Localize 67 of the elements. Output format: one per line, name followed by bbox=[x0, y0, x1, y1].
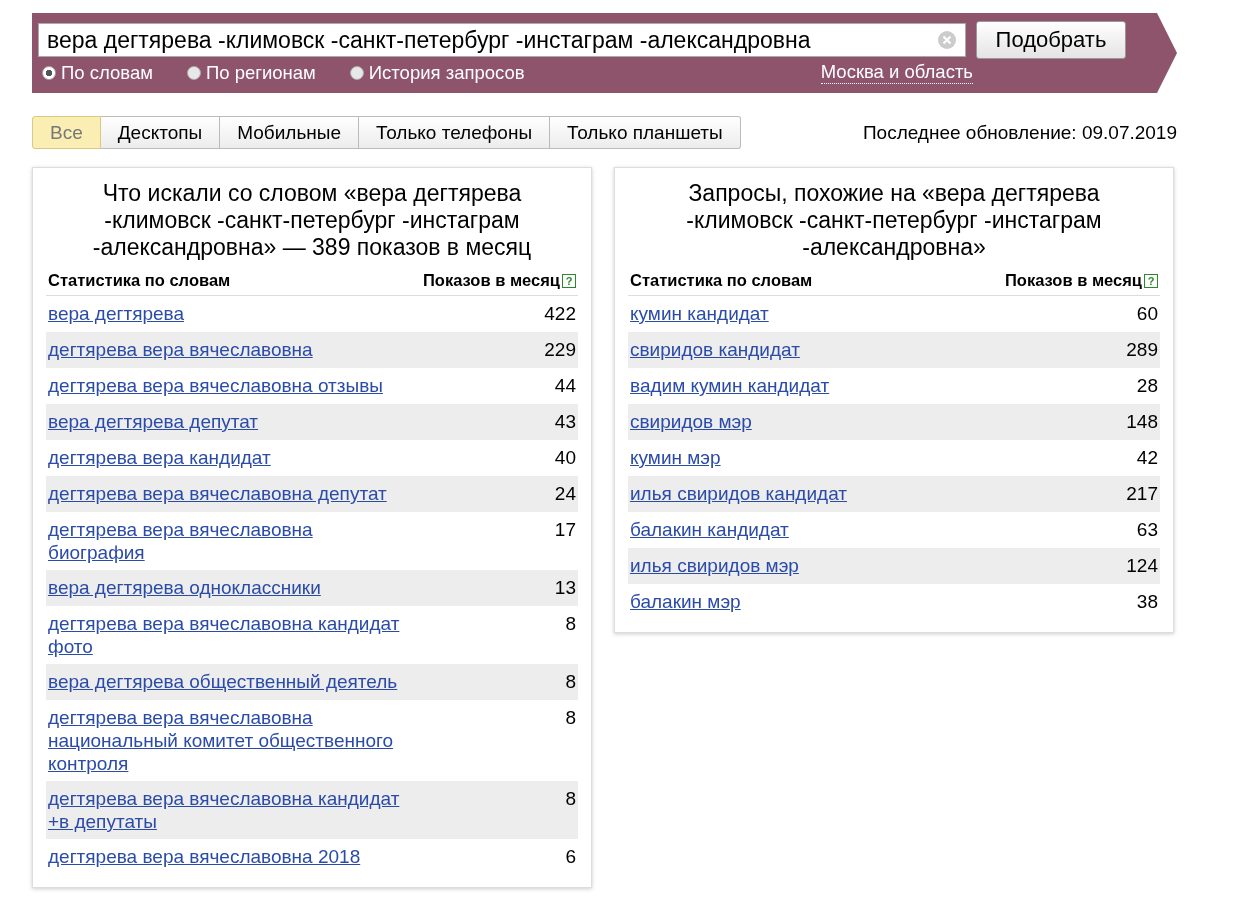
column-header: Статистика по словам bbox=[48, 271, 231, 290]
radio-button[interactable] bbox=[42, 65, 56, 80]
phrase-link[interactable]: дегтярева вера вячеславовна bbox=[48, 338, 408, 361]
phrase-link[interactable]: вера дегтярева bbox=[48, 302, 408, 325]
device-tab[interactable]: Только планшеты bbox=[550, 116, 741, 149]
count-cell: 24 bbox=[554, 482, 576, 506]
count-cell: 43 bbox=[554, 410, 576, 434]
phrase-link[interactable]: вера дегтярева общественный деятель bbox=[48, 670, 408, 693]
count-cell: 63 bbox=[1136, 518, 1158, 542]
phrase-link[interactable]: дегтярева вера вячеславовна биография bbox=[48, 518, 408, 564]
count-cell-text: 17 bbox=[554, 518, 576, 542]
phrase-link[interactable]: балакин мэр bbox=[630, 590, 990, 613]
count-cell: 13 bbox=[554, 576, 576, 600]
phrase-link[interactable]: дегтярева вера вячеславовна национальный комитет общественного контроля bbox=[48, 706, 408, 775]
phrase-link[interactable]: вера дегтярева одноклассники bbox=[48, 576, 408, 599]
count-cell: 38 bbox=[1136, 590, 1158, 614]
count-cell: 124 bbox=[1126, 554, 1158, 578]
count-cell: 44 bbox=[554, 374, 576, 398]
phrase-link[interactable]: кумин кандидат bbox=[630, 302, 990, 325]
help-icon[interactable]: ? bbox=[562, 273, 576, 288]
phrase-link[interactable]: дегтярева вера вячеславовна кандидат фото bbox=[48, 612, 408, 658]
radio-label[interactable]: История запросов bbox=[368, 61, 525, 84]
submit-button[interactable]: Подобрать bbox=[976, 21, 1126, 59]
count-cell: 229 bbox=[544, 338, 576, 362]
count-cell-text: 8 bbox=[565, 787, 576, 811]
count-cell: 60 bbox=[1136, 302, 1158, 326]
search-field[interactable]: вера дегтярева -климовск -санкт-петербург -инстаграм -александровна bbox=[38, 23, 966, 57]
phrase-link[interactable]: вадим кумин кандидат bbox=[630, 374, 990, 397]
panel-title: Что искали со словом «вера дегтярева -климовск -санкт-петербург -инстаграм -александровна» — 389 показов в месяц bbox=[91, 180, 533, 261]
count-cell: 217 bbox=[1126, 482, 1158, 506]
count-cell: 28 bbox=[1136, 374, 1158, 398]
column-header: Статистика по словам bbox=[630, 271, 813, 290]
phrase-link[interactable]: дегтярева вера вячеславовна депутат bbox=[48, 482, 408, 505]
phrase-link[interactable]: свиридов кандидат bbox=[630, 338, 990, 361]
count-cell: 42 bbox=[1136, 446, 1158, 470]
phrase-link[interactable]: дегтярева вера вячеславовна отзывы bbox=[48, 374, 408, 397]
count-cell: 422 bbox=[544, 302, 576, 326]
radio-label[interactable]: По словам bbox=[61, 61, 153, 84]
phrase-link[interactable]: кумин мэр bbox=[630, 446, 990, 469]
radio-label[interactable]: По регионам bbox=[205, 61, 316, 84]
device-tab[interactable]: Десктопы bbox=[100, 116, 221, 149]
device-tab[interactable]: Только телефоны bbox=[359, 116, 551, 149]
column-header: Показов в месяц bbox=[423, 271, 560, 290]
radio-button[interactable] bbox=[349, 65, 364, 80]
phrase-link[interactable]: вера дегтярева депутат bbox=[48, 410, 408, 433]
phrase-link[interactable]: дегтярева вера вячеславовна кандидат +в депутаты bbox=[48, 787, 408, 833]
count-cell: 148 bbox=[1126, 410, 1158, 434]
device-tab[interactable]: Мобильные bbox=[220, 116, 360, 149]
last-update-text: Последнее обновление: 09.07.2019 bbox=[862, 121, 1177, 144]
radio-button[interactable] bbox=[186, 65, 201, 80]
count-cell: 6 bbox=[565, 845, 576, 869]
phrase-link[interactable]: балакин кандидат bbox=[630, 518, 990, 541]
count-cell: 8 bbox=[565, 670, 576, 694]
device-tab[interactable]: Все bbox=[32, 116, 101, 149]
phrase-link[interactable]: дегтярева вера кандидат bbox=[48, 446, 408, 469]
column-header: Показов в месяц bbox=[1005, 271, 1142, 290]
phrase-link[interactable]: свиридов мэр bbox=[630, 410, 990, 433]
region-link[interactable]: Москва и область bbox=[820, 61, 973, 84]
count-cell-text: 8 bbox=[565, 612, 576, 636]
count-cell-text: 8 bbox=[565, 706, 576, 730]
phrase-link[interactable]: дегтярева вера вячеславовна 2018 bbox=[48, 845, 408, 868]
count-cell: 289 bbox=[1126, 338, 1158, 362]
panel-title: Запросы, похожие на «вера дегтярева -климовск -санкт-петербург -инстаграм -александровна» bbox=[685, 180, 1103, 261]
count-cell: 40 bbox=[554, 446, 576, 470]
help-icon[interactable]: ? bbox=[1144, 273, 1158, 288]
phrase-link[interactable]: илья свиридов кандидат bbox=[630, 482, 990, 505]
phrase-link[interactable]: илья свиридов мэр bbox=[630, 554, 990, 577]
